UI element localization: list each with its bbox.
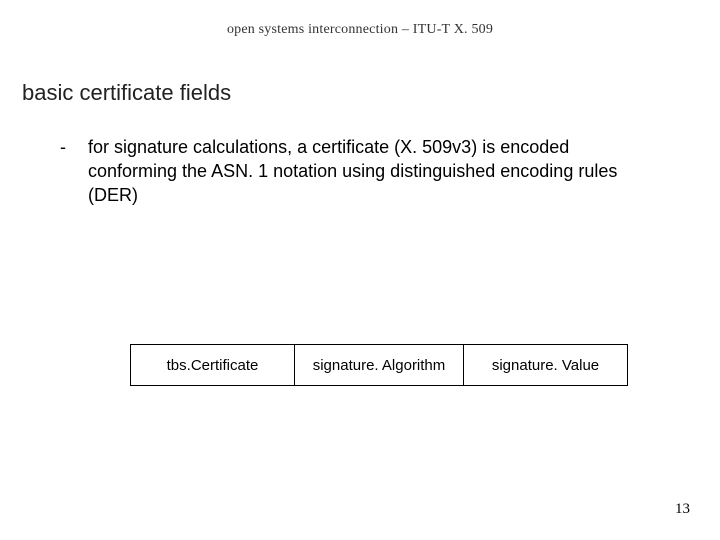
slide-header: open systems interconnection – ITU-T X. … (0, 22, 720, 38)
slide-title: basic certificate fields (22, 80, 231, 106)
table-cell: signature. Value (463, 344, 628, 386)
table-cell: tbs.Certificate (130, 344, 295, 386)
bullet-item: - for signature calculations, a certific… (60, 135, 660, 207)
bullet-marker: - (60, 135, 88, 207)
page-number: 13 (675, 501, 690, 518)
fields-table: tbs.Certificate signature. Algorithm sig… (130, 344, 628, 386)
table-cell: signature. Algorithm (294, 344, 464, 386)
bullet-text: for signature calculations, a certificat… (88, 135, 660, 207)
slide: open systems interconnection – ITU-T X. … (0, 0, 720, 540)
